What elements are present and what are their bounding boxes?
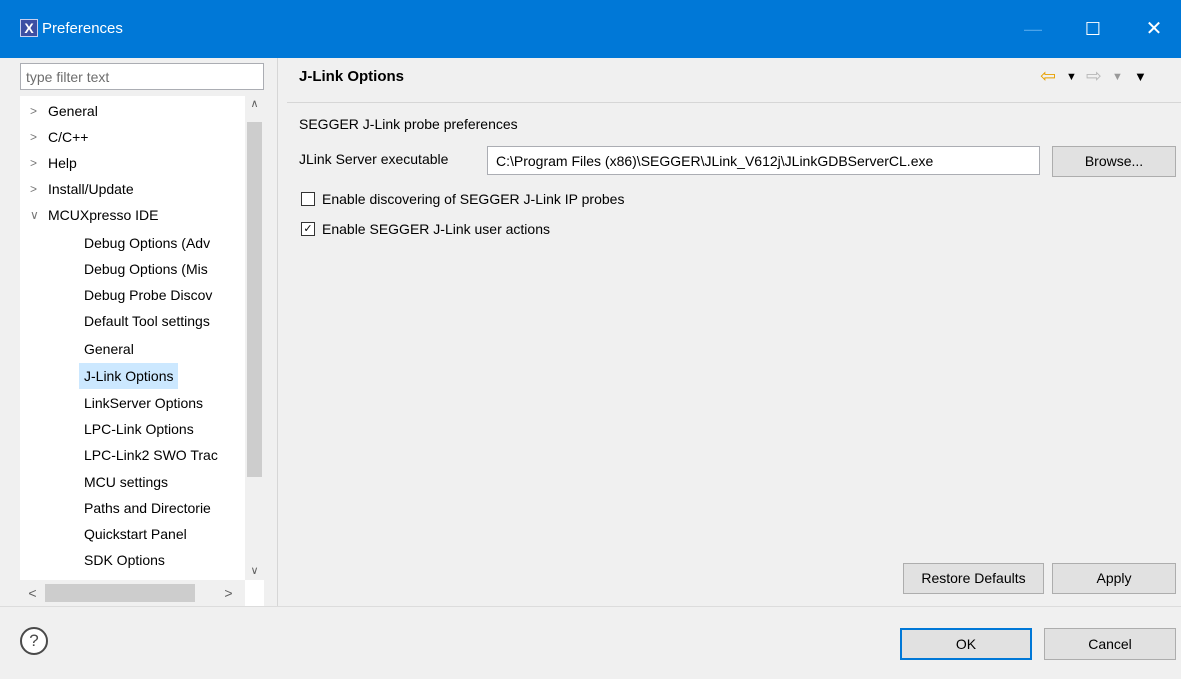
footer-separator: [0, 606, 1181, 607]
tree-item-label: General: [48, 103, 98, 119]
tree-item-debug-options-adv[interactable]: Debug Options (Adv: [84, 230, 210, 256]
tree-item-mcu-settings[interactable]: MCU settings: [84, 469, 168, 495]
chevron-right-icon[interactable]: >: [30, 98, 42, 124]
enable-ip-probes-label: Enable discovering of SEGGER J-Link IP p…: [322, 191, 625, 207]
restore-defaults-button[interactable]: Restore Defaults: [903, 563, 1044, 594]
page-description: SEGGER J-Link probe preferences: [299, 116, 518, 132]
forward-arrow-icon[interactable]: ⇨: [1086, 66, 1102, 88]
chevron-right-icon[interactable]: >: [30, 176, 42, 202]
exe-label: JLink Server executable: [299, 151, 449, 167]
apply-button[interactable]: Apply: [1052, 563, 1176, 594]
app-icon: X: [20, 19, 38, 37]
pane-divider[interactable]: [277, 58, 278, 606]
tree-horizontal-scrollbar[interactable]: < >: [20, 580, 245, 606]
title-separator: [287, 102, 1181, 103]
maximize-button[interactable]: ☐: [1066, 0, 1120, 58]
browse-button[interactable]: Browse...: [1052, 146, 1176, 177]
tree-item-jlink-options[interactable]: J-Link Options: [79, 363, 179, 389]
tree-item-label: MCUXpresso IDE: [48, 207, 159, 223]
close-button[interactable]: ✕: [1127, 0, 1181, 58]
tree-item-sdk-options[interactable]: SDK Options: [84, 547, 165, 573]
tree-item-debug-probe-discovery[interactable]: Debug Probe Discov: [84, 282, 212, 308]
tree-item-lpc-link2-swo-trace[interactable]: LPC-Link2 SWO Trac: [84, 442, 218, 468]
tree-item-lpc-link-options[interactable]: LPC-Link Options: [84, 416, 194, 442]
tree-item-default-tool-settings[interactable]: Default Tool settings: [84, 308, 210, 334]
page-title: J-Link Options: [299, 68, 404, 85]
scroll-up-icon[interactable]: ∧: [245, 96, 264, 113]
scroll-left-icon[interactable]: <: [24, 580, 41, 606]
scrollbar-thumb[interactable]: [247, 122, 262, 477]
title-bar: X Preferences — ☐ ✕: [0, 0, 1181, 58]
tree-item-paths-and-directories[interactable]: Paths and Directorie: [84, 495, 211, 521]
tree-item-general-mcu[interactable]: General: [84, 336, 134, 362]
tree-vertical-scrollbar[interactable]: ∧ ∨: [245, 96, 264, 580]
chevron-down-icon[interactable]: ∨: [30, 202, 42, 228]
cancel-button[interactable]: Cancel: [1044, 628, 1176, 660]
view-menu-icon[interactable]: ▼: [1134, 66, 1147, 88]
tree-item-label: C/C++: [48, 129, 89, 145]
enable-user-actions-checkbox[interactable]: ✓: [301, 222, 315, 236]
scroll-down-icon[interactable]: ∨: [245, 563, 264, 580]
enable-user-actions-label: Enable SEGGER J-Link user actions: [322, 221, 550, 237]
scroll-right-icon[interactable]: >: [220, 580, 237, 606]
back-arrow-icon[interactable]: ⇦: [1040, 66, 1056, 88]
help-icon[interactable]: ?: [20, 627, 48, 655]
filter-input[interactable]: [20, 63, 264, 90]
page-navigation: ⇦ ▼ ⇨ ▼ ▼: [1040, 66, 1180, 88]
forward-dropdown-icon[interactable]: ▼: [1112, 66, 1123, 88]
minimize-button[interactable]: —: [1006, 0, 1060, 58]
window-title: Preferences: [42, 20, 123, 37]
tree-item-linkserver-options[interactable]: LinkServer Options: [84, 390, 203, 416]
tree-item-label: Help: [48, 155, 77, 171]
chevron-right-icon[interactable]: >: [30, 124, 42, 150]
tree-item-debug-options-mis[interactable]: Debug Options (Mis: [84, 256, 208, 282]
ok-button[interactable]: OK: [900, 628, 1032, 660]
enable-ip-probes-checkbox[interactable]: [301, 192, 315, 206]
chevron-right-icon[interactable]: >: [30, 150, 42, 176]
jlink-server-executable-field[interactable]: [487, 146, 1040, 175]
tree-item-quickstart-panel[interactable]: Quickstart Panel: [84, 521, 187, 547]
tree-item-label: Install/Update: [48, 181, 134, 197]
back-dropdown-icon[interactable]: ▼: [1066, 66, 1077, 88]
preferences-tree: > General > C/C++ > Help > Install/Updat…: [20, 96, 264, 606]
scrollbar-thumb[interactable]: [45, 584, 195, 602]
